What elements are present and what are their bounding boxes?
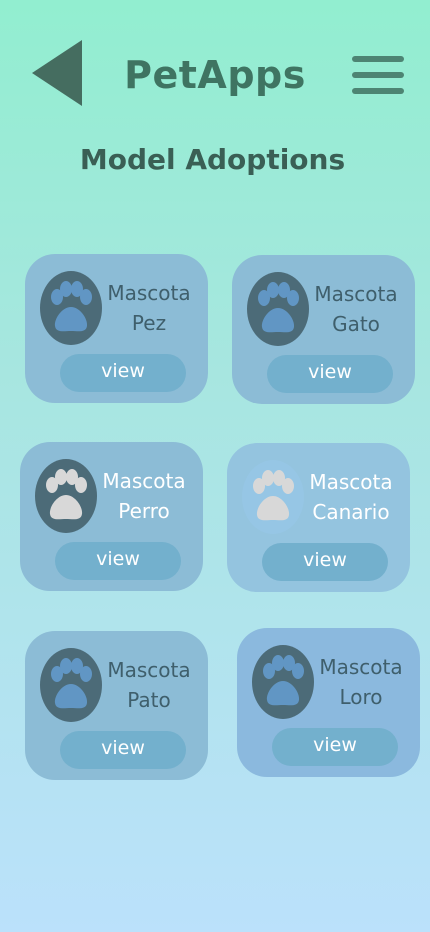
view-button-pato[interactable]: view (60, 731, 186, 769)
paw-icon (51, 281, 92, 332)
pet-label: Mascota Canario (305, 467, 397, 527)
pet-label-name: Loro (339, 685, 383, 709)
view-button-canario[interactable]: view (262, 543, 388, 581)
pet-avatar (40, 648, 102, 722)
view-button-perro[interactable]: view (55, 542, 181, 580)
pet-label-name: Pez (131, 311, 167, 335)
pet-label-title: Mascota (107, 658, 191, 682)
paw-icon (253, 470, 294, 521)
pet-card-pez: Mascota Pez view (25, 254, 208, 403)
pet-label-title: Mascota (314, 282, 398, 306)
pet-label-name: Perro (118, 499, 170, 523)
pet-avatar (252, 645, 314, 719)
pet-label: Mascota Pato (103, 655, 195, 715)
pet-label-name: Canario (312, 500, 390, 524)
paw-icon (263, 655, 304, 706)
pet-card-perro: Mascota Perro view (20, 442, 203, 591)
paw-icon (51, 658, 92, 709)
hamburger-menu-icon (352, 56, 404, 62)
pet-avatar (242, 460, 304, 534)
pet-label-title: Mascota (102, 469, 186, 493)
pet-label: Mascota Pez (103, 278, 195, 338)
pet-label-title: Mascota (309, 470, 393, 494)
pet-label-name: Pato (127, 688, 171, 712)
pet-avatar (40, 271, 102, 345)
pet-label-name: Gato (332, 312, 380, 336)
pet-label-title: Mascota (107, 281, 191, 305)
page-heading: Model Adoptions (79, 143, 346, 176)
paw-icon (46, 469, 87, 520)
paw-icon (258, 282, 299, 333)
pet-card-pato: Mascota Pato view (25, 631, 208, 780)
pet-card-loro: Mascota Loro view (237, 628, 420, 777)
pet-label: Mascota Gato (310, 279, 402, 339)
menu-button[interactable] (352, 56, 404, 96)
pet-label: Mascota Loro (315, 652, 407, 712)
pet-avatar (35, 459, 97, 533)
view-button-gato[interactable]: view (267, 355, 393, 393)
view-button-loro[interactable]: view (272, 728, 398, 766)
view-button-pez[interactable]: view (60, 354, 186, 392)
pet-card-gato: Mascota Gato view (232, 255, 415, 404)
pet-avatar (247, 272, 309, 346)
pet-label: Mascota Perro (98, 466, 190, 526)
pet-card-canario: Mascota Canario view (227, 443, 410, 592)
pet-label-title: Mascota (319, 655, 403, 679)
